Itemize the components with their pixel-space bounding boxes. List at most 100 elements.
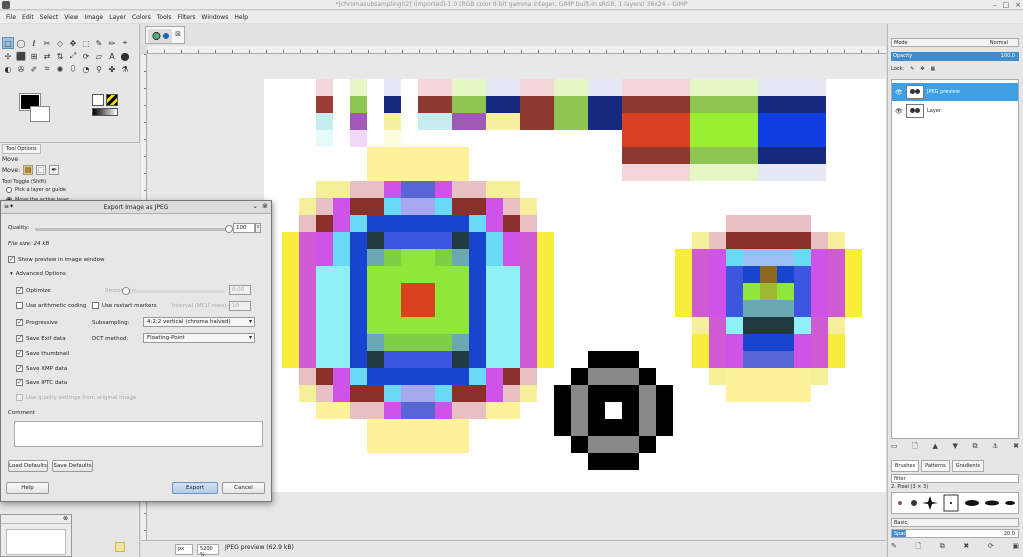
tool-button-8[interactable]: ✏ [106,37,118,49]
tool-button-23[interactable]: ⌗ [41,63,53,75]
layer-mode-select[interactable]: Mode Normal [891,38,1019,47]
tool-button-11[interactable]: ⬛ [15,50,27,62]
lock-pixels-icon[interactable]: ✎ [910,66,914,72]
close-icon[interactable]: × [1015,1,1021,9]
duplicate-layer-icon[interactable]: ⧉ [973,442,978,452]
tool-button-18[interactable]: A [106,50,118,62]
brush-grid[interactable] [891,492,1019,514]
eye-icon[interactable]: 👁 [895,89,903,96]
dialog-collapse-icon[interactable]: ⌄ [252,202,258,210]
tool-button-19[interactable]: ⬤ [119,50,131,62]
lower-layer-icon[interactable]: ▼ [953,442,958,452]
tab-patterns[interactable]: Patterns [921,460,950,472]
tab-gradients[interactable]: Gradients [951,460,985,472]
slider-knob[interactable] [225,225,233,233]
open-brush-folder-icon[interactable]: ▣ [1012,542,1019,552]
anchor-icon[interactable]: ⚓ [992,442,998,452]
cancel-button[interactable]: Cancel [222,482,265,494]
spacing-slider[interactable]: Spacing 20.0 [891,529,1019,538]
tool-button-3[interactable]: ✂ [41,37,53,49]
checkbox[interactable] [16,349,23,357]
tool-button-10[interactable]: ✢ [2,50,14,62]
pick-layer-radio[interactable]: Pick a layer or guide [6,187,66,193]
comment-textarea[interactable] [14,421,263,447]
tool-button-17[interactable]: ▱ [93,50,105,62]
tool-button-12[interactable]: ⊞ [28,50,40,62]
brush-filter-input[interactable]: filter [891,474,1019,483]
progressive-checkbox[interactable]: Progressive [16,318,58,326]
quality-slider[interactable] [35,225,233,233]
move-selection-icon[interactable]: ⬚ [36,165,47,175]
smoothing-input[interactable]: 0.00 [229,285,251,295]
optimize-checkbox[interactable]: Optimize [16,286,51,294]
maximize-icon[interactable]: □ [1003,1,1010,9]
tool-button-7[interactable]: ✎ [93,37,105,49]
save-iptc-checkbox[interactable]: Save IPTC data [16,378,67,386]
image-canvas[interactable] [264,79,886,492]
background-window-close-icon[interactable]: ⊗ [1,515,71,524]
quality-spinner[interactable]: ⇕ [255,223,261,233]
checkbox[interactable] [92,302,99,309]
tool-button-25[interactable]: ⬯ [67,63,79,75]
tool-button-2[interactable]: ℓ [28,37,40,49]
menu-windows[interactable]: Windows [199,11,232,23]
export-button[interactable]: Export [172,482,218,494]
smoothing-slider[interactable] [122,287,225,295]
advanced-options-expander[interactable]: ▾ Advanced Options [10,271,66,277]
save-defaults-button[interactable]: Save Defaults [52,460,93,472]
tool-button-29[interactable]: ⚗ [119,63,131,75]
tool-button-4[interactable]: ◇ [54,37,66,49]
tool-button-16[interactable]: ⟳ [80,50,92,62]
tool-button-15[interactable]: ⤢ [67,50,79,62]
tool-button-1[interactable]: ◯ [15,37,27,49]
unit-select[interactable]: px [175,544,193,555]
tool-button-22[interactable]: ✐ [28,63,40,75]
tool-button-24[interactable]: ✺ [54,63,66,75]
minimize-icon[interactable]: – [993,1,997,9]
menu-filters[interactable]: Filters [175,11,199,23]
close-tab-icon[interactable]: ⊠ [175,30,181,38]
subsampling-select[interactable]: 4:2:2 vertical (chroma halved) [143,317,255,327]
interval-input[interactable]: 10 [229,301,251,311]
delete-brush-icon[interactable]: ✖ [963,542,969,552]
tool-button-14[interactable]: ⇅ [54,50,66,62]
tool-button-20[interactable]: ◐ [2,63,14,75]
raise-layer-icon[interactable]: ▲ [933,442,938,452]
delete-layer-icon[interactable]: ✖ [1013,442,1019,452]
checkbox[interactable] [8,255,15,263]
tab-brushes[interactable]: Brushes [891,460,920,472]
eye-icon[interactable]: 👁 [895,108,903,115]
tool-button-13[interactable]: ⇄ [41,50,53,62]
save-xmp-checkbox[interactable]: Save XMP data [16,364,67,372]
lock-alpha-icon[interactable]: ▦ [931,66,936,72]
restart-markers-checkbox[interactable]: Use restart markers [92,302,157,309]
checkbox[interactable] [16,334,23,342]
lock-position-icon[interactable]: ✥ [920,66,924,72]
move-layer-icon[interactable]: ▤ [23,165,34,175]
save-exif-checkbox[interactable]: Save Exif data [16,334,66,342]
brush-pattern-gradient-indicator[interactable] [92,94,124,116]
pattern-preview[interactable] [106,94,118,106]
use-original-quality-checkbox[interactable]: Use quality settings from original image [16,394,136,401]
zoom-select[interactable]: 5200 % [197,544,219,557]
tool-button-5[interactable]: ✥ [67,37,79,49]
checkbox[interactable] [16,302,23,309]
expander-arrow-icon[interactable]: ▾ [10,271,13,277]
tool-button-27[interactable]: ⚲ [93,63,105,75]
menu-file[interactable]: File [3,11,19,23]
show-preview-checkbox[interactable]: Show preview in image window [8,255,105,263]
checkbox[interactable] [16,318,23,326]
move-path-icon[interactable]: ✒ [49,165,60,175]
layer-row[interactable]: 👁 Layer [892,102,1018,120]
layer-row[interactable]: 👁 JPEG preview [892,83,1018,101]
dialog-close-icon[interactable]: ⊗ [262,202,268,210]
checkbox[interactable] [16,364,23,372]
quality-input[interactable]: 100 [233,223,255,233]
new-brush-icon[interactable]: 🗋 [915,542,921,552]
menu-layer[interactable]: Layer [106,11,129,23]
new-layer-icon[interactable]: 🗋 [912,442,918,452]
menu-view[interactable]: View [61,11,81,23]
menu-image[interactable]: Image [81,11,106,23]
navigate-icon[interactable] [115,542,125,552]
checkbox[interactable] [16,286,23,294]
